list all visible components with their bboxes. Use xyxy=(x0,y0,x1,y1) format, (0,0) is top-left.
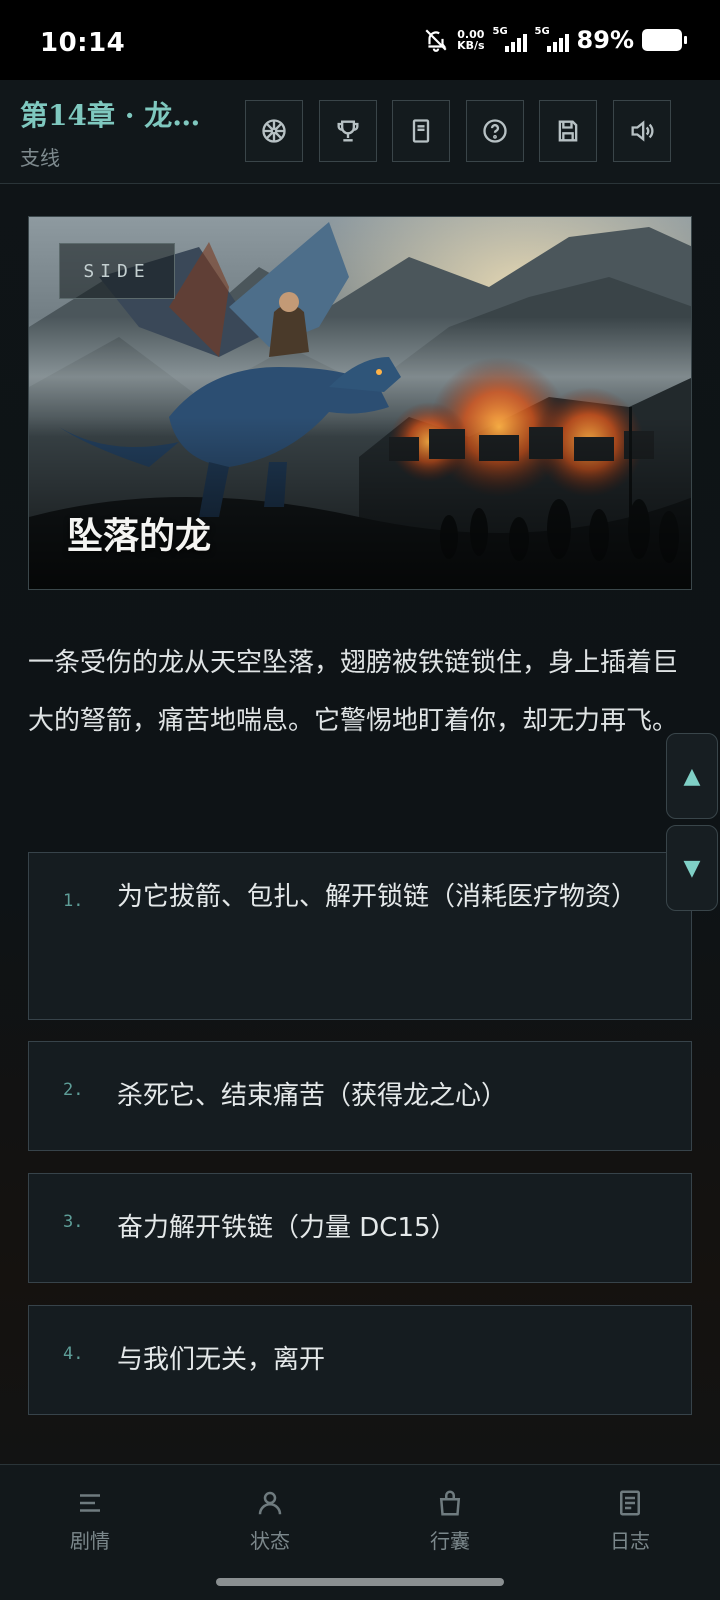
signal-icon: 5G xyxy=(535,26,569,52)
top-header: 第14章 · 龙之殇 支线 xyxy=(0,80,720,184)
status-time: 10:14 xyxy=(40,28,126,58)
scene-description: 一条受伤的龙从天空坠落，翅膀被铁链锁住，身上插着巨大的弩箭，痛苦地喘息。它警惕地… xyxy=(28,648,679,736)
volume-button[interactable] xyxy=(613,100,671,162)
choice-text: 奋力解开铁链（力量 DC15） xyxy=(117,1213,457,1243)
scroll-down-button[interactable]: ▼ xyxy=(666,825,718,911)
wheel-button[interactable] xyxy=(245,100,303,162)
save-button[interactable] xyxy=(539,100,597,162)
codex-button[interactable] xyxy=(392,100,450,162)
person-icon xyxy=(258,1491,282,1515)
tab-status[interactable]: 状态 xyxy=(210,1487,330,1554)
choice-option-1[interactable]: 1. 为它拔箭、包扎、解开锁链（消耗医疗物资） xyxy=(28,852,692,1020)
choice-option-4[interactable]: 4. 与我们无关，离开 xyxy=(28,1305,692,1415)
choice-text: 杀死它、结束痛苦（获得龙之心） xyxy=(117,1081,508,1111)
battery-icon xyxy=(642,29,687,51)
bag-icon xyxy=(439,1490,461,1516)
signal-icon: 5G xyxy=(493,26,527,52)
status-bar: 10:14 0.00 KB/s 5G 5G 89% xyxy=(0,0,720,80)
log-icon xyxy=(620,1490,640,1516)
help-button[interactable] xyxy=(466,100,524,162)
scroll-up-button[interactable]: ▲ xyxy=(666,733,718,819)
tab-story[interactable]: 剧情 xyxy=(30,1487,150,1554)
choice-number: 4. xyxy=(63,1344,84,1364)
choice-text: 为它拔箭、包扎、解开锁链（消耗医疗物资） xyxy=(117,882,638,912)
choice-number: 3. xyxy=(63,1212,84,1232)
chapter-title: 第14章 · 龙之殇 xyxy=(20,99,225,132)
choice-option-2[interactable]: 2. 杀死它、结束痛苦（获得龙之心） xyxy=(28,1041,692,1151)
book-icon xyxy=(412,119,430,143)
volume-icon xyxy=(631,120,654,142)
trophy-icon xyxy=(337,120,359,142)
choice-text: 与我们无关，离开 xyxy=(117,1345,326,1375)
choice-number: 2. xyxy=(63,1080,84,1100)
battery-level: 89% xyxy=(576,26,634,54)
side-quest-tag: SIDE xyxy=(59,243,175,299)
chapter-subtitle: 支线 xyxy=(20,146,60,170)
choice-option-3[interactable]: 3. 奋力解开铁链（力量 DC15） xyxy=(28,1173,692,1283)
net-speed: 0.00 KB/s xyxy=(457,28,485,52)
scene-title: 坠落的龙 xyxy=(67,515,212,557)
scene-illustration: SIDE 坠落的龙 xyxy=(28,216,692,590)
save-icon xyxy=(558,120,578,142)
tab-log[interactable]: 日志 xyxy=(570,1487,690,1554)
home-indicator[interactable] xyxy=(216,1578,504,1586)
wheel-icon xyxy=(262,119,286,143)
mute-bell-icon xyxy=(425,29,447,52)
tab-inventory[interactable]: 行囊 xyxy=(390,1487,510,1554)
story-icon xyxy=(80,1494,100,1512)
achievements-button[interactable] xyxy=(319,100,377,162)
choice-number: 1. xyxy=(63,891,84,911)
help-icon xyxy=(483,119,507,143)
